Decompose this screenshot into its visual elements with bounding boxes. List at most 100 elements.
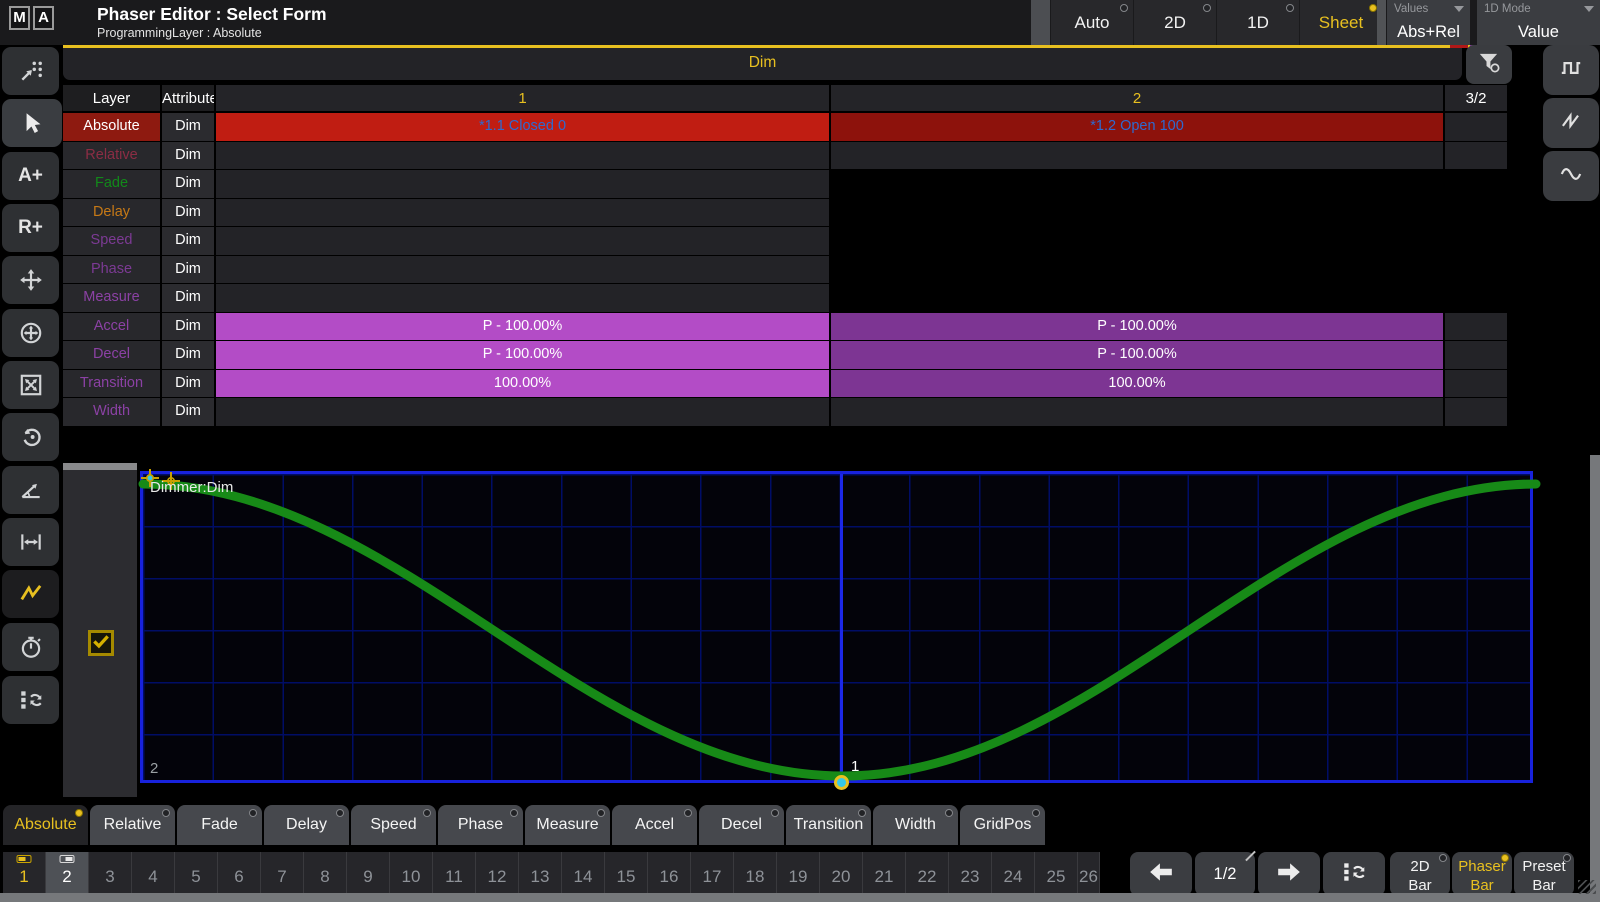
attribute-header-bar[interactable]: Dim [63, 48, 1462, 80]
tab-accel[interactable]: Accel [612, 805, 697, 845]
angle-button[interactable] [2, 466, 59, 514]
step-11[interactable]: 11 [433, 852, 476, 896]
page-prev-button[interactable] [1130, 852, 1192, 896]
cell-step3[interactable] [1445, 398, 1507, 426]
step-21[interactable]: 21 [863, 852, 906, 896]
layer-label[interactable]: Absolute [63, 113, 160, 141]
tab-phase[interactable]: Phase [438, 805, 523, 845]
attribute-label[interactable]: Dim [162, 313, 214, 341]
cell-step2[interactable]: *1.2 Open 100 [831, 113, 1443, 141]
step-16[interactable]: 16 [648, 852, 691, 896]
filter-button[interactable] [1466, 45, 1512, 84]
view-2d-button[interactable]: 2D [1134, 0, 1216, 45]
layer-label[interactable]: Transition [63, 370, 160, 398]
trace-visibility-checkbox[interactable] [88, 630, 114, 656]
step-1[interactable]: 1 [3, 852, 46, 896]
phaser-graph-canvas[interactable]: Dimmer:Dim 2 1 [140, 471, 1533, 783]
step-20[interactable]: 20 [820, 852, 863, 896]
window-border-bottom[interactable] [0, 893, 1600, 902]
attribute-label[interactable]: Dim [162, 227, 214, 255]
step-5[interactable]: 5 [175, 852, 218, 896]
phaser-form-button[interactable] [2, 570, 59, 618]
layer-label[interactable]: Delay [63, 199, 160, 227]
tab-decel[interactable]: Decel [699, 805, 784, 845]
panel-grab-bar[interactable] [63, 463, 137, 470]
layer-label[interactable]: Accel [63, 313, 160, 341]
view-auto-button[interactable]: Auto [1051, 0, 1133, 45]
cell-step2[interactable]: P - 100.00% [831, 341, 1443, 369]
cell-step2[interactable] [831, 199, 1443, 227]
width-button[interactable] [2, 518, 59, 566]
tab-speed[interactable]: Speed [351, 805, 436, 845]
cell-step3[interactable] [1445, 341, 1507, 369]
layer-label[interactable]: Speed [63, 227, 160, 255]
cell-step1[interactable] [216, 170, 829, 198]
cell-step3[interactable] [1445, 256, 1507, 284]
cell-step3[interactable] [1445, 370, 1507, 398]
step-reset-button[interactable] [1323, 852, 1385, 896]
attribute-label[interactable]: Dim [162, 284, 214, 312]
cell-step3[interactable] [1445, 284, 1507, 312]
cell-step1[interactable] [216, 398, 829, 426]
step-13[interactable]: 13 [519, 852, 562, 896]
header-step1[interactable]: 1 [216, 85, 829, 111]
sawtooth-wave-button[interactable] [1543, 98, 1599, 148]
layer-label[interactable]: Decel [63, 341, 160, 369]
layer-label[interactable]: Phase [63, 256, 160, 284]
cell-step2[interactable] [831, 398, 1443, 426]
attribute-label[interactable]: Dim [162, 170, 214, 198]
view-1d-button[interactable]: 1D [1217, 0, 1299, 45]
selected-step-point[interactable] [834, 775, 849, 790]
step-25[interactable]: 25 [1035, 852, 1078, 896]
step-17[interactable]: 17 [691, 852, 734, 896]
rotate-button[interactable] [2, 413, 59, 461]
attribute-label[interactable]: Dim [162, 113, 214, 141]
cell-step3[interactable] [1445, 313, 1507, 341]
tab-transition[interactable]: Transition [786, 805, 871, 845]
header-step2[interactable]: 2 [831, 85, 1443, 111]
attribute-label[interactable]: Dim [162, 199, 214, 227]
scale-button[interactable] [2, 361, 59, 409]
cell-step2[interactable]: 100.00% [831, 370, 1443, 398]
attribute-label[interactable]: Dim [162, 142, 214, 170]
step-10[interactable]: 10 [390, 852, 433, 896]
header-step3[interactable]: 3/2 [1445, 85, 1507, 111]
step-2[interactable]: 2 [46, 852, 89, 896]
move-center-button[interactable] [2, 309, 59, 357]
2d-bar-button[interactable]: 2DBar [1390, 852, 1450, 896]
step-3[interactable]: 3 [89, 852, 132, 896]
step-23[interactable]: 23 [949, 852, 992, 896]
page-next-button[interactable] [1258, 852, 1320, 896]
attribute-label[interactable]: Dim [162, 341, 214, 369]
tab-relative[interactable]: Relative [90, 805, 175, 845]
step-8[interactable]: 8 [304, 852, 347, 896]
step-26[interactable]: 26 [1078, 852, 1100, 896]
values-dropdown[interactable]: Values Abs+Rel [1387, 0, 1470, 45]
step-18[interactable]: 18 [734, 852, 777, 896]
timing-button[interactable] [2, 623, 59, 671]
attribute-label[interactable]: Dim [162, 256, 214, 284]
select-pointer-button[interactable] [2, 99, 62, 147]
resize-grip[interactable] [1578, 880, 1596, 894]
tab-gridpos[interactable]: GridPos [960, 805, 1045, 845]
step-9[interactable]: 9 [347, 852, 390, 896]
layer-label[interactable]: Width [63, 398, 160, 426]
attribute-label[interactable]: Dim [162, 398, 214, 426]
tab-fade[interactable]: Fade [177, 805, 262, 845]
step-14[interactable]: 14 [562, 852, 605, 896]
cell-step3[interactable] [1445, 142, 1507, 170]
move-button[interactable] [2, 256, 59, 304]
preset-bar-button[interactable]: PresetBar [1514, 852, 1574, 896]
reset-form-button[interactable] [2, 676, 59, 724]
cell-step1[interactable] [216, 256, 829, 284]
cell-step2[interactable] [831, 142, 1443, 170]
cell-step2[interactable] [831, 227, 1443, 255]
snap-grid-button[interactable] [2, 47, 59, 95]
step-6[interactable]: 6 [218, 852, 261, 896]
cell-step3[interactable] [1445, 170, 1507, 198]
step-24[interactable]: 24 [992, 852, 1035, 896]
phaser-bar-button[interactable]: PhaserBar [1452, 852, 1512, 896]
cell-step1[interactable]: 100.00% [216, 370, 829, 398]
tab-measure[interactable]: Measure [525, 805, 610, 845]
step-15[interactable]: 15 [605, 852, 648, 896]
